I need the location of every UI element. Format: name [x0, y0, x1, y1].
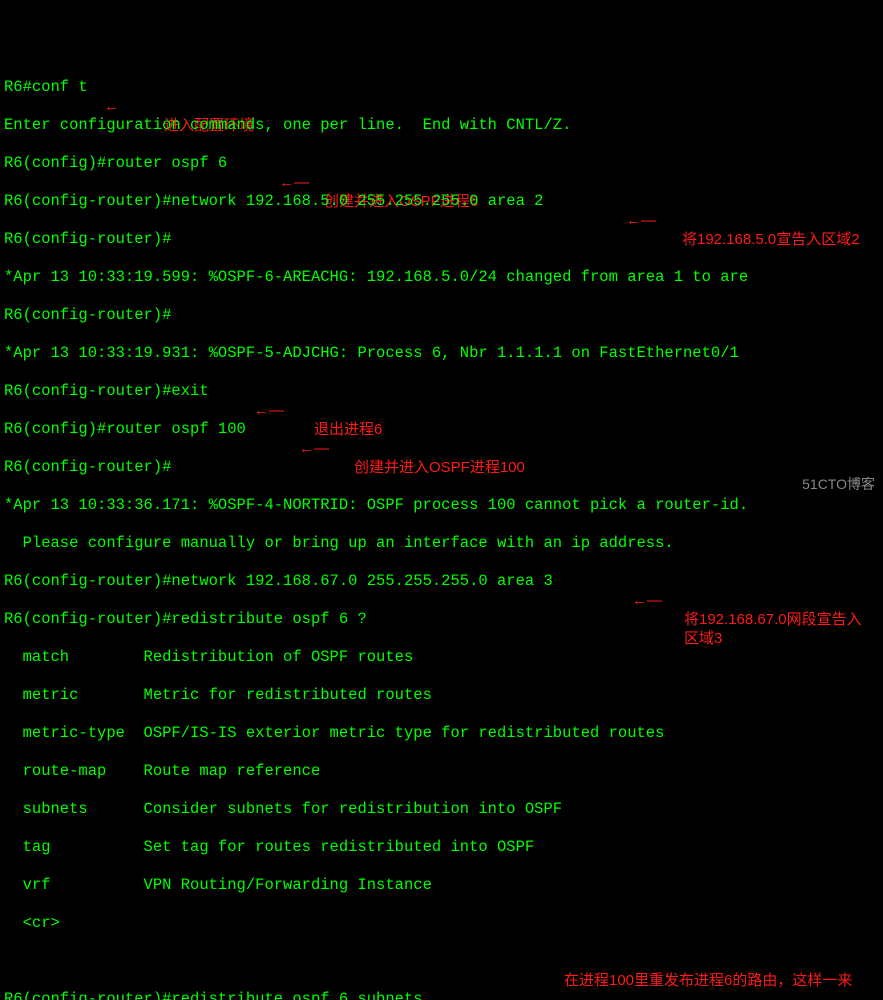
terminal-line: <cr>: [4, 914, 60, 932]
terminal-line: Enter configuration commands, one per li…: [4, 116, 571, 134]
terminal-line: vrf VPN Routing/Forwarding Instance: [4, 876, 432, 894]
terminal-line: tag Set tag for routes redistributed int…: [4, 838, 534, 856]
arrow-icon: ←—: [254, 401, 284, 420]
terminal-line: R6#conf t: [4, 78, 88, 96]
arrow-icon: ←—: [279, 173, 309, 192]
terminal-line: metric Metric for redistributed routes: [4, 686, 432, 704]
terminal-line: R6(config-router)#: [4, 458, 171, 476]
arrow-icon: ←—: [632, 591, 662, 610]
terminal-line: R6(config-router)#exit: [4, 382, 209, 400]
terminal-line: R6(config)#router ospf 6: [4, 154, 227, 172]
terminal-line: R6(config)#router ospf 100: [4, 420, 246, 438]
terminal-line: R6(config-router)#redistribute ospf 6 ?: [4, 610, 367, 628]
terminal-line: Please configure manually or bring up an…: [4, 534, 674, 552]
watermark: 51CTO博客: [802, 475, 875, 494]
arrow-icon: ←: [104, 97, 119, 116]
terminal-line: R6(config-router)#: [4, 230, 171, 248]
arrow-icon: ←—: [626, 211, 656, 230]
terminal-line: R6(config-router)#network 192.168.67.0 2…: [4, 572, 553, 590]
terminal-line: metric-type OSPF/IS-IS exterior metric t…: [4, 724, 664, 742]
annotation: 区域3: [684, 629, 722, 648]
annotation: 在进程100里重发布进程6的路由，这样一来: [564, 971, 852, 990]
terminal-line: subnets Consider subnets for redistribut…: [4, 800, 562, 818]
terminal-line: route-map Route map reference: [4, 762, 320, 780]
terminal-line: *Apr 13 10:33:19.931: %OSPF-5-ADJCHG: Pr…: [4, 344, 739, 362]
terminal-line: R6(config-router)#: [4, 306, 171, 324]
arrow-icon: ←—: [299, 439, 329, 458]
terminal-line: *Apr 13 10:33:19.599: %OSPF-6-AREACHG: 1…: [4, 268, 748, 286]
terminal-line: R6(config-router)#network 192.168.5.0 25…: [4, 192, 544, 210]
terminal-line: match Redistribution of OSPF routes: [4, 648, 413, 666]
terminal-line: *Apr 13 10:33:36.171: %OSPF-4-NORTRID: O…: [4, 496, 748, 514]
terminal-line: R6(config-router)#redistribute ospf 6 su…: [4, 990, 423, 1000]
